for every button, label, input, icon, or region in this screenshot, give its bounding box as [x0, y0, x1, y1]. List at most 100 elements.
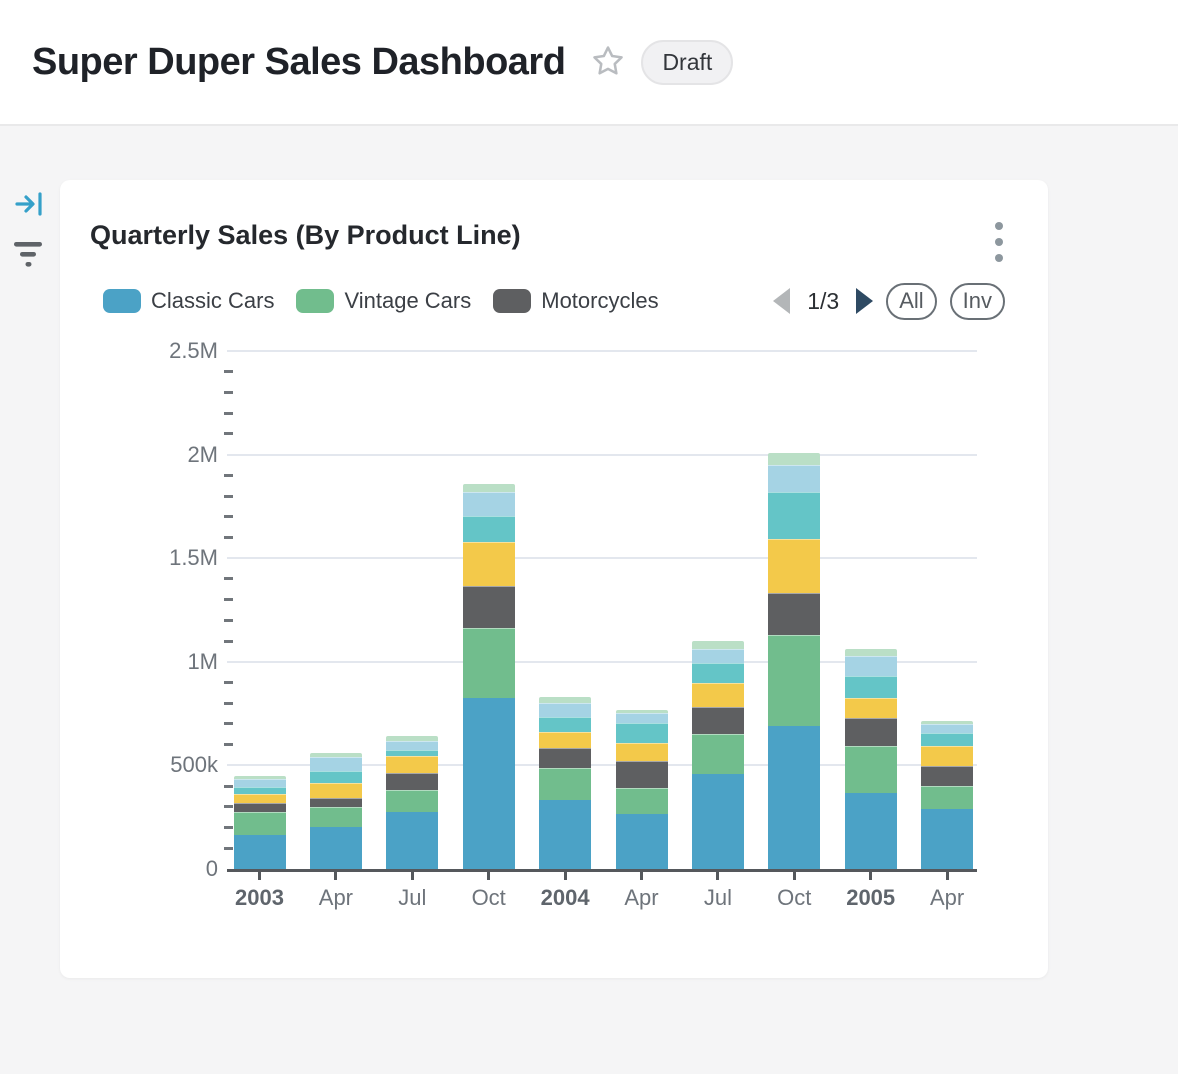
x-axis-tick: [258, 872, 261, 880]
bar-segment-series-4-yellow[interactable]: [463, 542, 515, 586]
bar-segment-classic-cars[interactable]: [616, 814, 668, 868]
bar-segment-series-6-lightblue[interactable]: [539, 703, 591, 716]
bar-segment-series-4-yellow[interactable]: [921, 746, 973, 766]
chart-title: Quarterly Sales (By Product Line): [90, 220, 521, 251]
bar-segment-vintage-cars[interactable]: [463, 628, 515, 698]
legend-prev-arrow-icon[interactable]: [773, 288, 790, 314]
bar-segment-motorcycles[interactable]: [234, 803, 286, 812]
legend-item-motorcycles[interactable]: Motorcycles: [493, 288, 658, 314]
bar-segment-series-6-lightblue[interactable]: [921, 724, 973, 732]
bar-segment-series-5-teal[interactable]: [845, 676, 897, 698]
bar-segment-series-7-lightgreen[interactable]: [692, 641, 744, 649]
bar-segment-motorcycles[interactable]: [463, 586, 515, 628]
gridline: [227, 557, 977, 559]
page-title: Super Duper Sales Dashboard: [32, 41, 565, 84]
legend-all-button[interactable]: All: [886, 283, 936, 320]
bar-segment-series-6-lightblue[interactable]: [845, 656, 897, 676]
bar-segment-series-5-teal[interactable]: [463, 516, 515, 543]
bar-segment-series-6-lightblue[interactable]: [768, 465, 820, 493]
bar-apr-1[interactable]: [310, 753, 362, 869]
bar-jul-6[interactable]: [692, 641, 744, 869]
bar-segment-series-4-yellow[interactable]: [539, 732, 591, 749]
bar-segment-series-4-yellow[interactable]: [234, 794, 286, 802]
card-menu-button[interactable]: [984, 216, 1014, 268]
bar-segment-vintage-cars[interactable]: [386, 790, 438, 812]
bar-segment-series-7-lightgreen[interactable]: [768, 453, 820, 465]
bar-segment-series-5-teal[interactable]: [539, 717, 591, 732]
bar-segment-series-6-lightblue[interactable]: [616, 713, 668, 723]
bar-2004-4[interactable]: [539, 697, 591, 869]
bar-segment-motorcycles[interactable]: [692, 707, 744, 734]
bar-segment-motorcycles[interactable]: [616, 761, 668, 788]
bar-segment-motorcycles[interactable]: [539, 748, 591, 768]
bar-segment-series-4-yellow[interactable]: [310, 783, 362, 798]
legend-swatch: [296, 289, 334, 313]
y-axis-minor-tick: [224, 640, 233, 643]
bar-segment-vintage-cars[interactable]: [234, 812, 286, 835]
legend-item-vintage-cars[interactable]: Vintage Cars: [296, 288, 471, 314]
bar-segment-series-5-teal[interactable]: [921, 733, 973, 746]
collapse-panel-button[interactable]: [14, 190, 44, 221]
legend-inv-button[interactable]: Inv: [950, 283, 1005, 320]
y-axis-minor-tick: [224, 619, 233, 622]
bar-jul-2[interactable]: [386, 736, 438, 869]
bar-oct-3[interactable]: [463, 484, 515, 869]
bar-segment-vintage-cars[interactable]: [845, 746, 897, 793]
bar-segment-classic-cars[interactable]: [845, 793, 897, 869]
y-axis-minor-tick: [224, 826, 233, 829]
bar-segment-motorcycles[interactable]: [845, 718, 897, 746]
bar-segment-motorcycles[interactable]: [921, 766, 973, 786]
bar-segment-classic-cars[interactable]: [921, 809, 973, 869]
bar-segment-series-4-yellow[interactable]: [845, 698, 897, 718]
bar-segment-series-4-yellow[interactable]: [616, 743, 668, 761]
bar-segment-series-6-lightblue[interactable]: [234, 779, 286, 787]
bar-segment-series-5-teal[interactable]: [616, 723, 668, 743]
legend-swatch: [103, 289, 141, 313]
bar-segment-vintage-cars[interactable]: [616, 788, 668, 815]
bar-2003-0[interactable]: [234, 776, 286, 869]
bar-segment-series-7-lightgreen[interactable]: [539, 697, 591, 704]
filter-button[interactable]: [13, 240, 43, 271]
legend-pager: 1/3 All Inv: [773, 283, 1005, 320]
bar-segment-series-6-lightblue[interactable]: [386, 741, 438, 750]
bar-segment-series-6-lightblue[interactable]: [692, 649, 744, 663]
bar-segment-series-7-lightgreen[interactable]: [463, 484, 515, 492]
favorite-star-button[interactable]: [591, 44, 625, 81]
bar-segment-motorcycles[interactable]: [768, 593, 820, 635]
bar-segment-classic-cars[interactable]: [234, 835, 286, 869]
bar-segment-series-4-yellow[interactable]: [768, 539, 820, 593]
legend-next-arrow-icon[interactable]: [856, 288, 873, 314]
bar-apr-9[interactable]: [921, 721, 973, 869]
bar-segment-series-4-yellow[interactable]: [386, 756, 438, 773]
bar-segment-series-5-teal[interactable]: [768, 492, 820, 539]
bar-segment-vintage-cars[interactable]: [768, 635, 820, 726]
bar-segment-series-5-teal[interactable]: [386, 750, 438, 757]
x-axis-label: Apr: [887, 885, 1007, 911]
bar-segment-classic-cars[interactable]: [463, 698, 515, 869]
bar-segment-series-5-teal[interactable]: [692, 663, 744, 683]
bar-segment-classic-cars[interactable]: [539, 800, 591, 869]
x-axis-tick: [564, 872, 567, 880]
bar-2005-8[interactable]: [845, 649, 897, 869]
bar-segment-classic-cars[interactable]: [386, 812, 438, 869]
bar-segment-motorcycles[interactable]: [310, 798, 362, 807]
bar-segment-classic-cars[interactable]: [692, 774, 744, 869]
bar-segment-vintage-cars[interactable]: [921, 786, 973, 809]
bar-oct-7[interactable]: [768, 453, 820, 869]
bar-segment-series-7-lightgreen[interactable]: [845, 649, 897, 656]
bar-segment-classic-cars[interactable]: [310, 827, 362, 868]
bar-segment-series-5-teal[interactable]: [310, 771, 362, 783]
bar-segment-motorcycles[interactable]: [386, 773, 438, 790]
bar-segment-vintage-cars[interactable]: [310, 807, 362, 828]
bar-segment-classic-cars[interactable]: [768, 726, 820, 869]
bar-segment-series-6-lightblue[interactable]: [463, 492, 515, 515]
bar-segment-series-6-lightblue[interactable]: [310, 757, 362, 771]
bar-segment-vintage-cars[interactable]: [692, 734, 744, 773]
bar-segment-series-5-teal[interactable]: [234, 787, 286, 794]
bar-segment-series-4-yellow[interactable]: [692, 683, 744, 707]
bar-segment-vintage-cars[interactable]: [539, 768, 591, 799]
y-axis-minor-tick: [224, 805, 233, 808]
bar-apr-5[interactable]: [616, 710, 668, 869]
legend-item-classic-cars[interactable]: Classic Cars: [103, 288, 274, 314]
y-axis-minor-tick: [224, 495, 233, 498]
